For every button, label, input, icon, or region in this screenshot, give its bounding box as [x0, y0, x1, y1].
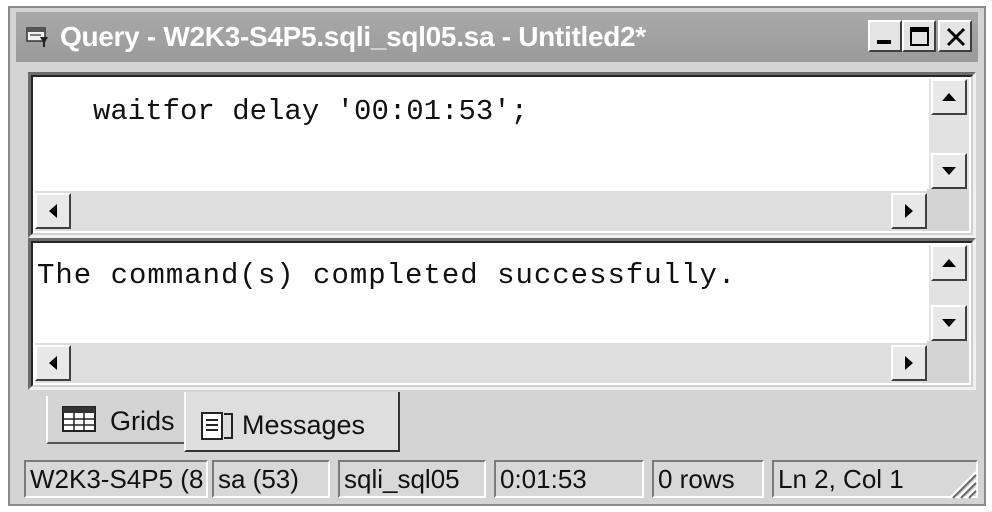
minimize-button[interactable]	[868, 20, 902, 52]
window-title: Query - W2K3-S4P5.sqli_sql05.sa - Untitl…	[60, 21, 646, 52]
editor-horizontal-scrollbar[interactable]	[35, 191, 927, 231]
tab-grids[interactable]: Grids	[46, 396, 192, 444]
results-vertical-scrollbar[interactable]	[929, 245, 969, 341]
editor-scroll-up-button[interactable]	[931, 79, 967, 115]
results-scroll-up-button[interactable]	[931, 245, 967, 281]
status-database: sqli_sql05	[338, 460, 486, 498]
status-row-count: 0 rows	[652, 460, 764, 498]
editor-text[interactable]: waitfor delay '00:01:53';	[93, 95, 528, 128]
minimize-icon	[877, 40, 891, 44]
tab-grids-label: Grids	[110, 406, 175, 436]
results-scroll-left-button[interactable]	[35, 345, 71, 381]
arrow-up-icon	[942, 259, 956, 267]
arrow-up-icon	[942, 93, 956, 101]
editor-scroll-left-button[interactable]	[35, 193, 71, 229]
status-server: W2K3-S4P5 (8	[24, 460, 208, 498]
arrow-left-icon	[49, 204, 57, 218]
editor-scroll-corner	[927, 189, 969, 231]
arrow-right-icon	[905, 356, 913, 370]
tab-messages-label: Messages	[242, 410, 366, 440]
query-window: Query - W2K3-S4P5.sqli_sql05.sa - Untitl…	[8, 6, 986, 506]
results-scroll-down-button[interactable]	[931, 305, 967, 341]
close-button[interactable]	[938, 20, 972, 52]
tab-messages[interactable]: Messages	[184, 392, 400, 452]
close-icon	[946, 27, 966, 47]
messages-pane[interactable]: The command(s) completed successfully.	[28, 238, 976, 390]
grid-icon	[62, 406, 98, 441]
arrow-down-icon	[942, 319, 956, 327]
resize-grip-icon[interactable]	[944, 466, 978, 500]
editor-vertical-scrollbar[interactable]	[929, 79, 969, 189]
title-bar[interactable]: Query - W2K3-S4P5.sqli_sql05.sa - Untitl…	[16, 12, 978, 62]
arrow-down-icon	[942, 167, 956, 175]
results-message: The command(s) completed successfully.	[37, 259, 737, 292]
editor-scroll-down-button[interactable]	[931, 153, 967, 189]
query-editor[interactable]: waitfor delay '00:01:53';	[28, 72, 976, 238]
editor-scroll-right-button[interactable]	[891, 193, 927, 229]
results-horizontal-scrollbar[interactable]	[35, 343, 927, 383]
status-bar: W2K3-S4P5 (8 sa (53) sqli_sql05 0:01:53 …	[18, 456, 980, 500]
maximize-icon	[910, 27, 929, 46]
query-window-icon[interactable]	[26, 26, 50, 48]
arrow-left-icon	[49, 356, 57, 370]
status-elapsed-time: 0:01:53	[494, 460, 644, 498]
messages-icon	[200, 410, 236, 449]
maximize-button[interactable]	[902, 20, 936, 52]
editor-gutter	[33, 77, 85, 195]
results-scroll-right-button[interactable]	[891, 345, 927, 381]
arrow-right-icon	[905, 204, 913, 218]
results-scroll-corner	[927, 341, 969, 383]
status-user: sa (53)	[212, 460, 330, 498]
